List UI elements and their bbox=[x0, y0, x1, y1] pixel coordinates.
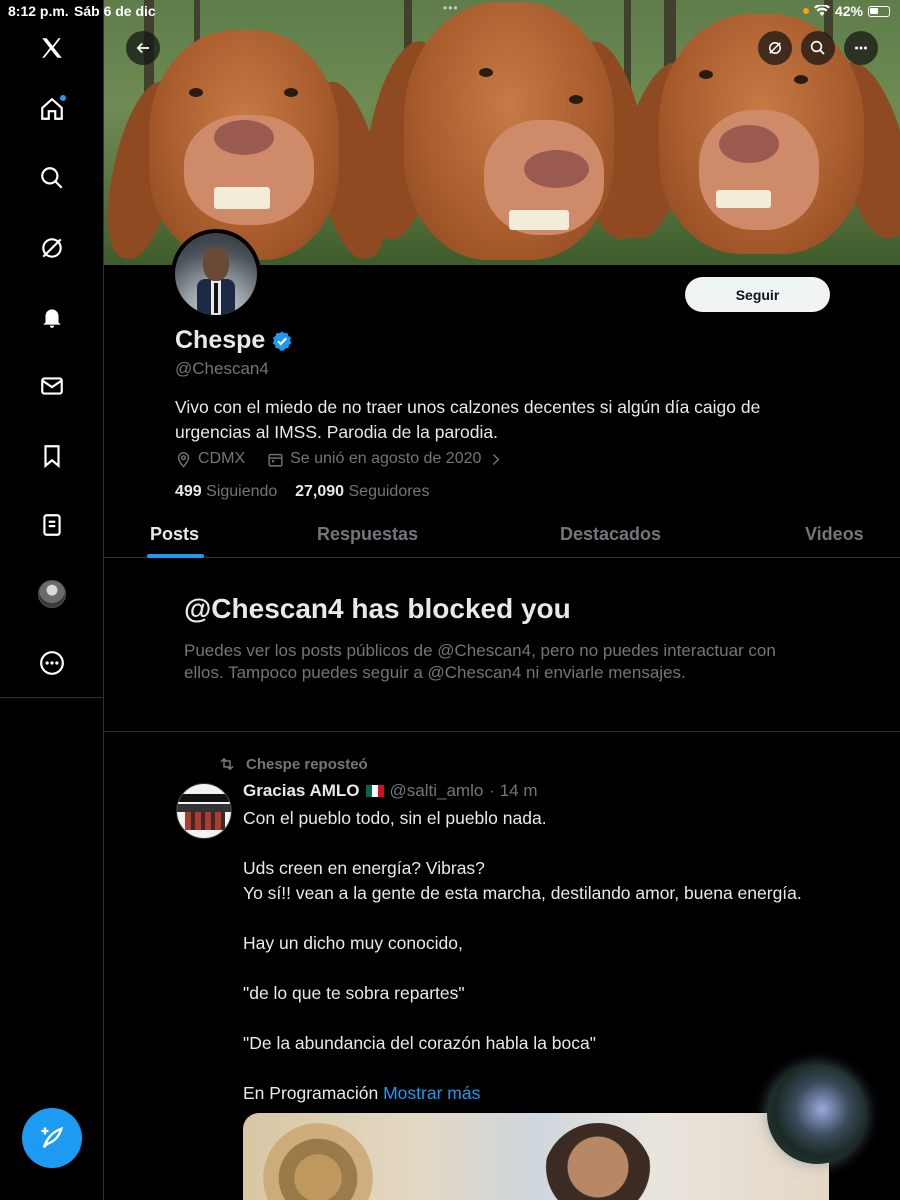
sidebar-divider bbox=[0, 697, 104, 698]
siri-orb-icon[interactable] bbox=[767, 1064, 867, 1164]
more-icon[interactable] bbox=[36, 647, 68, 679]
x-logo-icon[interactable] bbox=[36, 32, 68, 64]
verified-badge-icon[interactable] bbox=[271, 330, 293, 352]
repost-indicator[interactable]: Chespe reposteó bbox=[218, 755, 368, 773]
status-date: Sáb 6 de dic bbox=[74, 3, 156, 19]
wifi-icon bbox=[813, 5, 830, 16]
repost-label: Chespe reposteó bbox=[246, 755, 368, 773]
profile-name: Chespe bbox=[175, 326, 266, 354]
blocked-description: Puedes ver los posts públicos de @Chesca… bbox=[184, 641, 776, 682]
search-icon[interactable] bbox=[36, 162, 68, 194]
post-media-image[interactable] bbox=[243, 1113, 829, 1200]
follow-counts: 499 Siguiendo 27,090 Seguidores bbox=[175, 483, 429, 501]
more-horizontal-icon bbox=[855, 46, 867, 50]
mexico-flag-icon bbox=[365, 785, 384, 797]
tab-replies[interactable]: Respuestas bbox=[317, 524, 418, 545]
calendar-icon bbox=[268, 453, 283, 467]
profile-tabs: Posts Respuestas Destacados Videos bbox=[104, 510, 900, 558]
profile-handle: @Chescan4 bbox=[175, 359, 269, 378]
profile-avatar[interactable] bbox=[36, 578, 68, 610]
search-icon bbox=[810, 40, 825, 55]
post-time[interactable]: · 14 m bbox=[489, 781, 537, 801]
notifications-icon[interactable] bbox=[36, 301, 68, 333]
grok-icon bbox=[769, 42, 781, 54]
post-author-name[interactable]: Gracias AMLO bbox=[243, 781, 360, 801]
home-icon[interactable] bbox=[36, 93, 68, 125]
profile-avatar-large[interactable] bbox=[171, 229, 261, 319]
show-more-link[interactable]: Mostrar más bbox=[383, 1083, 480, 1103]
profile-joined: Se unió en agosto de 2020 bbox=[290, 450, 482, 467]
profile-search-button[interactable] bbox=[801, 31, 835, 65]
status-bar: 8:12 p.m. Sáb 6 de dic ••• 42% bbox=[0, 0, 900, 22]
tab-highlights[interactable]: Destacados bbox=[560, 524, 661, 545]
following-link[interactable]: 499 Siguiendo bbox=[175, 483, 277, 500]
section-divider bbox=[104, 731, 900, 732]
follow-button[interactable]: Seguir bbox=[685, 277, 830, 312]
bookmarks-icon[interactable] bbox=[36, 440, 68, 472]
back-arrow-icon bbox=[136, 42, 149, 54]
tab-posts[interactable]: Posts bbox=[150, 524, 199, 545]
followers-link[interactable]: 27,090 Seguidores bbox=[295, 483, 429, 500]
multitasking-dots-icon[interactable]: ••• bbox=[443, 1, 459, 15]
repost-icon bbox=[220, 757, 234, 771]
grok-button[interactable] bbox=[758, 31, 792, 65]
profile-meta: CDMX Se unió en agosto de 2020 bbox=[175, 450, 504, 468]
back-button[interactable] bbox=[126, 31, 160, 65]
post-text-line: "De la abundancia del corazón habla la b… bbox=[243, 1033, 596, 1053]
blocked-title: @Chescan4 has blocked you bbox=[184, 593, 571, 624]
post-author-avatar[interactable] bbox=[176, 783, 232, 839]
post-text-last-line: En Programación Mostrar más bbox=[243, 1083, 481, 1103]
profile-name-row: Chespe bbox=[175, 326, 293, 355]
post-text-line: "de lo que te sobra repartes" bbox=[243, 983, 465, 1003]
active-tab-indicator bbox=[147, 554, 204, 558]
status-time: 8:12 p.m. bbox=[8, 3, 69, 19]
battery-percent: 42% bbox=[834, 3, 863, 19]
profile-banner[interactable] bbox=[104, 0, 900, 265]
compose-post-button[interactable] bbox=[22, 1108, 82, 1168]
post-text-line: Hay un dicho muy conocido, bbox=[243, 933, 463, 953]
post-text-line: Yo sí!! vean a la gente de esta marcha, … bbox=[243, 883, 802, 903]
battery-icon bbox=[868, 5, 890, 17]
post-header: Gracias AMLO @salti_amlo · 14 m bbox=[243, 781, 538, 801]
sidebar bbox=[0, 0, 104, 1200]
grok-icon[interactable] bbox=[36, 232, 68, 264]
mic-indicator-icon bbox=[802, 8, 809, 14]
post-text-line: Uds creen en energía? Vibras? bbox=[243, 858, 485, 878]
more-options-button[interactable] bbox=[844, 31, 878, 65]
messages-icon[interactable] bbox=[36, 370, 68, 402]
post-text-line: Con el pueblo todo, sin el pueblo nada. bbox=[243, 808, 547, 828]
chevron-right-icon[interactable] bbox=[487, 451, 504, 468]
location-icon bbox=[177, 451, 190, 468]
home-notification-dot bbox=[60, 95, 66, 101]
profile-location: CDMX bbox=[198, 450, 246, 467]
profile-bio: Vivo con el miedo de no traer unos calzo… bbox=[175, 397, 761, 442]
tab-videos[interactable]: Videos bbox=[805, 524, 864, 545]
lists-icon[interactable] bbox=[36, 509, 68, 541]
post-author-handle[interactable]: @salti_amlo bbox=[390, 781, 484, 801]
compose-post-icon bbox=[41, 1126, 64, 1149]
